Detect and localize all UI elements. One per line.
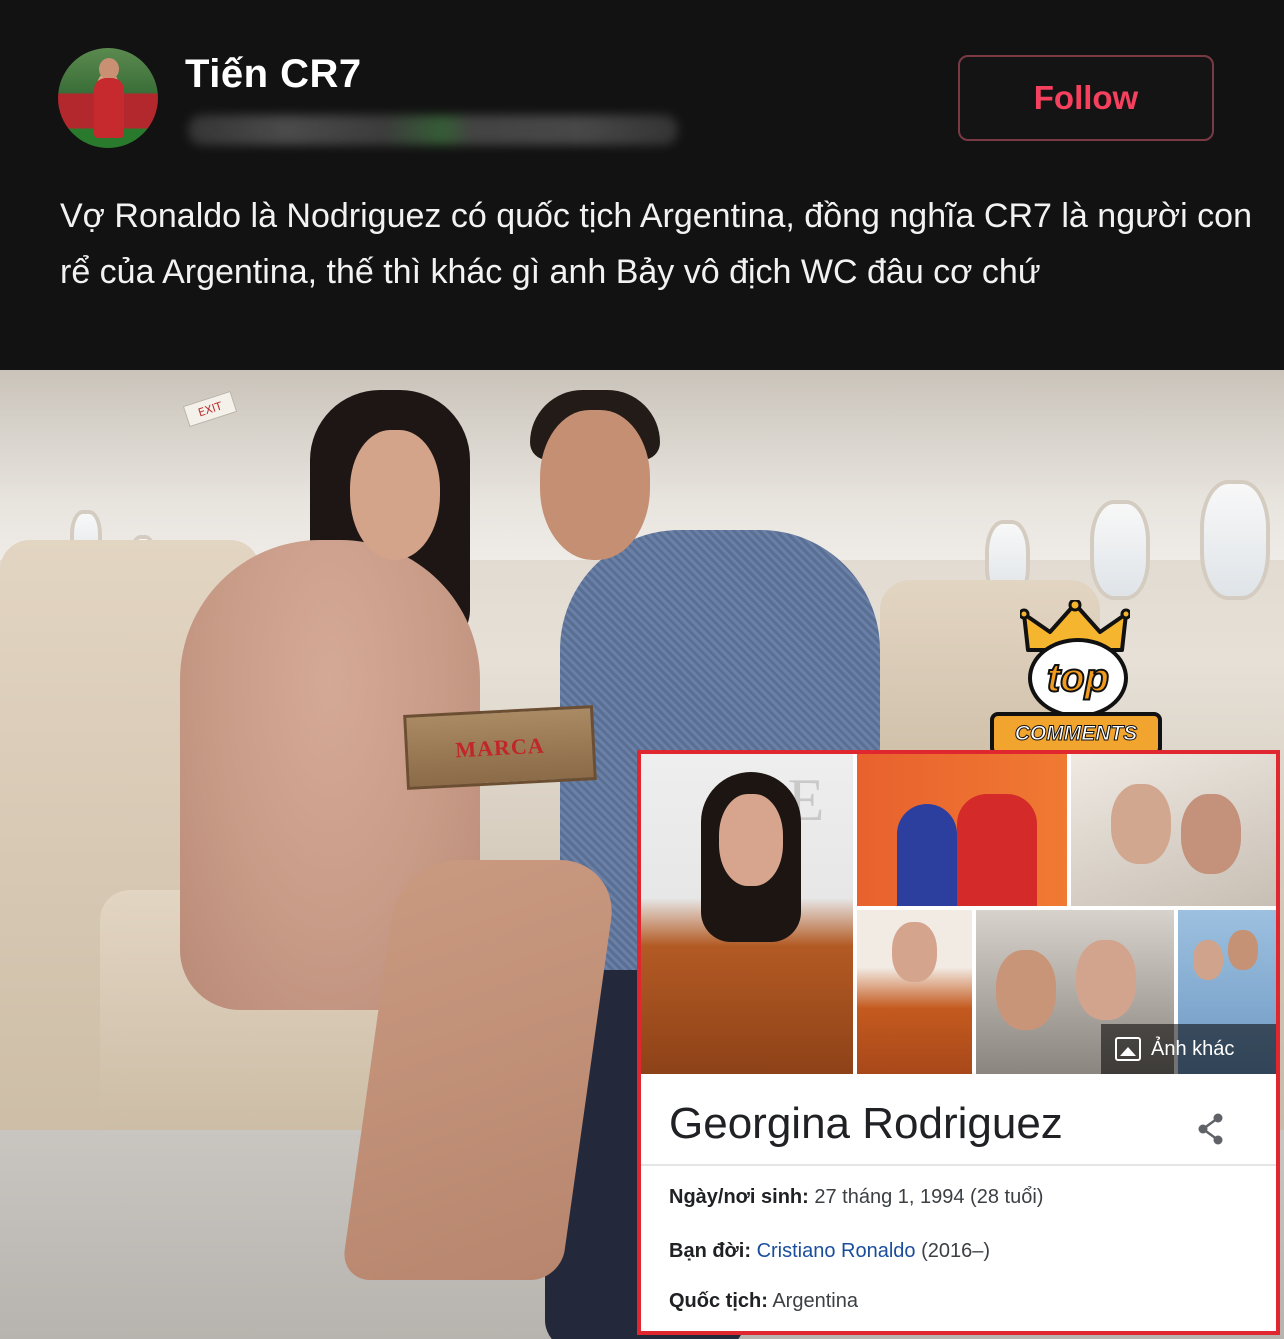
- avatar-head: [99, 58, 119, 80]
- woman-face: [350, 430, 440, 560]
- kp-fact-extra: (2016–): [921, 1240, 991, 1262]
- kp-person: [957, 794, 1037, 906]
- username[interactable]: Tiến CR7: [185, 52, 362, 97]
- kp-face: [892, 922, 937, 982]
- kp-image-orange-dress[interactable]: [857, 910, 972, 1074]
- kp-fact-birth: Ngày/nơi sinh: 27 tháng 1, 1994 (28 tuổi…: [669, 1186, 1043, 1209]
- follow-button[interactable]: Follow: [958, 55, 1214, 141]
- kp-divider: [641, 1164, 1276, 1166]
- kp-fact-value: Argentina: [772, 1290, 858, 1312]
- top-circle: top: [1028, 638, 1128, 718]
- comments-label: COMMENTS: [1014, 722, 1138, 746]
- more-images-button[interactable]: Ảnh khác: [1101, 1024, 1276, 1074]
- kp-image-main[interactable]: LE: [641, 754, 853, 1074]
- image-icon: [1115, 1037, 1141, 1061]
- kp-fact-label: Quốc tịch:: [669, 1290, 768, 1312]
- kp-image-grid: LE Ảnh khác: [641, 754, 1276, 1074]
- top-comments-badge: top COMMENTS: [990, 600, 1175, 760]
- kp-person: [897, 804, 957, 906]
- man-face: [540, 410, 650, 560]
- kp-image-couple[interactable]: [1071, 754, 1276, 906]
- cabin-window: [1200, 480, 1270, 600]
- post-header: Tiến CR7 Follow Vợ Ronaldo là Nodriguez …: [0, 0, 1284, 370]
- post-text: Vợ Ronaldo là Nodriguez có quốc tịch Arg…: [60, 197, 1252, 291]
- kp-partner-link[interactable]: Cristiano Ronaldo: [757, 1240, 916, 1262]
- share-icon[interactable]: [1196, 1112, 1226, 1146]
- kp-face: [1193, 940, 1223, 980]
- blurred-meta: [188, 115, 678, 145]
- kp-title: Georgina Rodriguez: [669, 1099, 1063, 1148]
- knowledge-panel: LE Ảnh khác Georgina Rodriguez: [637, 750, 1280, 1335]
- kp-face: [996, 950, 1056, 1030]
- kp-fact-label: Ngày/nơi sinh:: [669, 1186, 809, 1208]
- avatar[interactable]: [58, 48, 158, 148]
- kp-image-event[interactable]: [857, 754, 1067, 906]
- kp-fact-partner: Bạn đời: Cristiano Ronaldo (2016–): [669, 1240, 990, 1263]
- kp-fact-value: 27 tháng 1, 1994 (28 tuổi): [814, 1186, 1044, 1208]
- marca-box: MARCA: [403, 705, 597, 790]
- top-label: top: [1046, 655, 1110, 701]
- kp-face: [1076, 940, 1136, 1020]
- marca-label: MARCA: [454, 732, 546, 762]
- kp-fact-label: Bạn đời:: [669, 1240, 751, 1262]
- kp-face: [1111, 784, 1171, 864]
- kp-fact-nationality: Quốc tịch: Argentina: [669, 1290, 858, 1313]
- more-images-label: Ảnh khác: [1151, 1037, 1235, 1060]
- kp-face: [1181, 794, 1241, 874]
- kp-face: [1228, 930, 1258, 970]
- avatar-figure: [94, 78, 124, 138]
- cabin-window: [1090, 500, 1150, 600]
- kp-face: [719, 794, 783, 886]
